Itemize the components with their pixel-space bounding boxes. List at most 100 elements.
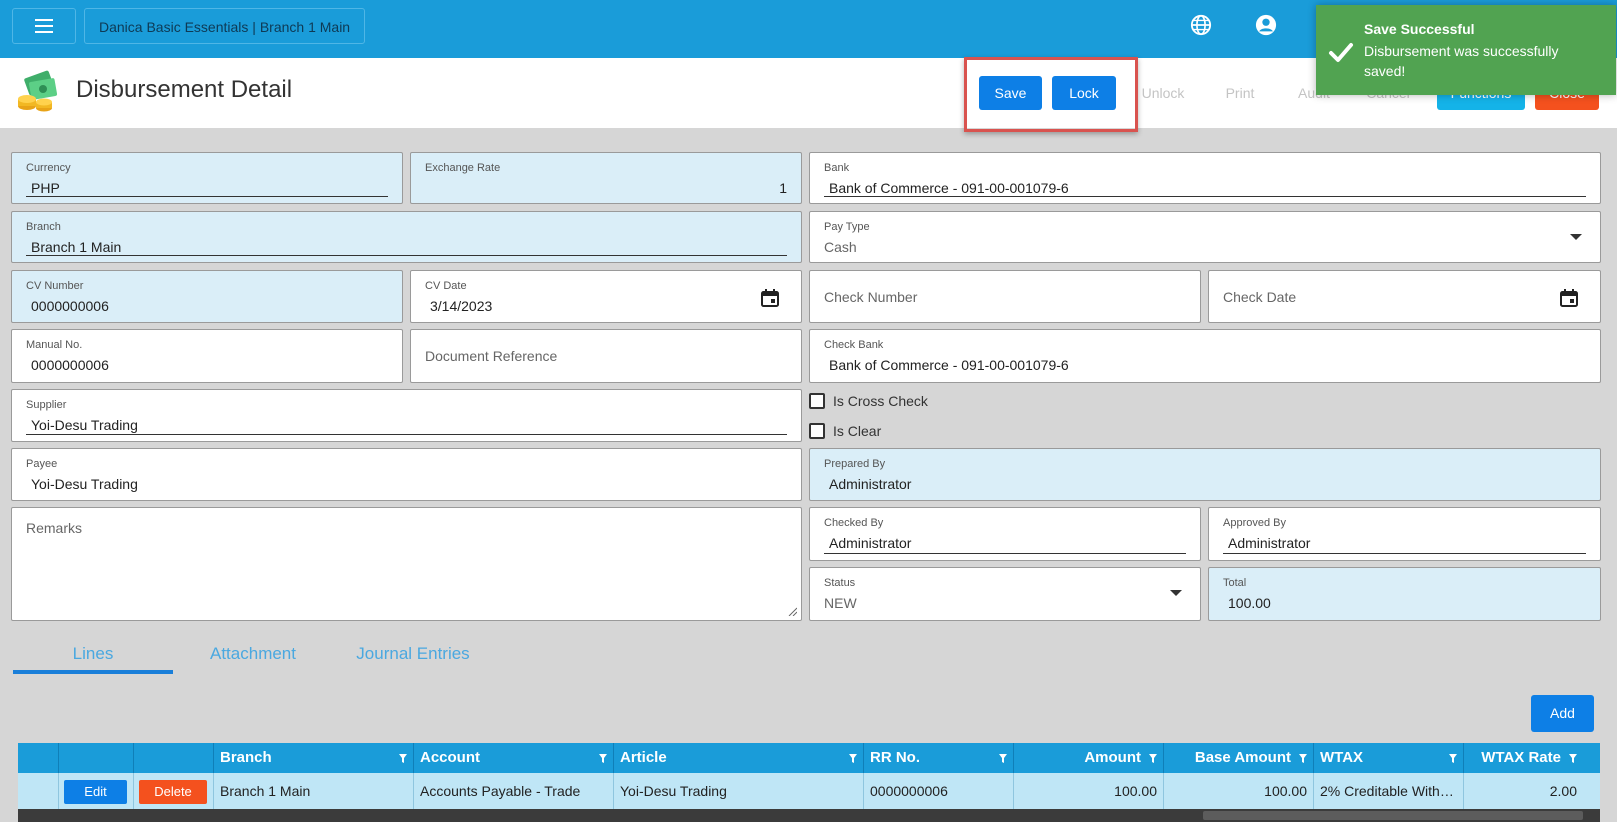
check-number-placeholder: Check Number	[824, 288, 918, 305]
unlock-button[interactable]: Unlock	[1138, 76, 1188, 110]
tab-lines[interactable]: Lines	[13, 634, 173, 674]
is-clear-checkbox[interactable]: Is Clear	[809, 423, 881, 439]
currency-field[interactable]: Currency PHP	[11, 152, 403, 204]
print-button[interactable]: Print	[1218, 76, 1262, 110]
cv-number-label: CV Number	[26, 280, 84, 292]
add-line-button[interactable]: Add	[1531, 695, 1594, 732]
tab-journal-entries[interactable]: Journal Entries	[333, 634, 493, 674]
filter-icon[interactable]	[599, 754, 607, 763]
base-amount-cell[interactable]: 100.00	[1163, 773, 1313, 809]
total-field[interactable]: Total 100.00	[1208, 567, 1601, 621]
edit-row-button[interactable]: Edit	[64, 780, 127, 804]
filter-icon[interactable]	[1449, 754, 1457, 763]
toast-message-line2: saved!	[1364, 63, 1406, 79]
payee-field[interactable]: Payee Yoi-Desu Trading	[11, 448, 802, 501]
check-bank-value: Bank of Commerce - 091-00-001079-6	[829, 357, 1069, 373]
column-header-label: Base Amount	[1194, 749, 1291, 766]
account-cell[interactable]: Accounts Payable - Trade	[413, 773, 613, 809]
remarks-placeholder: Remarks	[26, 520, 83, 536]
checkbox-box[interactable]	[809, 423, 825, 439]
column-header-wtax-rate[interactable]: WTAX Rate	[1463, 743, 1583, 773]
menu-button[interactable]	[12, 8, 76, 44]
article-cell[interactable]: Yoi-Desu Trading	[613, 773, 863, 809]
branch-field[interactable]: Branch Branch 1 Main	[11, 211, 802, 263]
document-reference-placeholder: Document Reference	[425, 348, 558, 364]
column-header-article[interactable]: Article	[613, 743, 863, 773]
lines-grid: Branch Account Article RR No. Amount Bas…	[18, 743, 1600, 822]
company-branch-selector[interactable]: Danica Basic Essentials | Branch 1 Main	[84, 8, 366, 44]
save-success-toast[interactable]: Save Successful Disbursement was success…	[1316, 5, 1616, 95]
grid-header-blank	[18, 743, 58, 773]
cv-date-label: CV Date	[425, 280, 467, 292]
is-cross-check-label: Is Cross Check	[833, 393, 928, 409]
dropdown-caret-icon	[1570, 234, 1582, 240]
status-select[interactable]: Status NEW	[809, 567, 1201, 621]
resize-handle-icon[interactable]	[787, 606, 797, 616]
cv-date-field[interactable]: CV Date 3/14/2023	[410, 270, 802, 323]
pay-type-select[interactable]: Pay Type Cash	[809, 211, 1601, 263]
manual-no-value: 0000000006	[31, 357, 109, 373]
globe-icon[interactable]	[1190, 14, 1212, 36]
cv-number-value: 0000000006	[31, 298, 109, 314]
user-account-icon[interactable]	[1255, 14, 1277, 36]
is-cross-check-checkbox[interactable]: Is Cross Check	[809, 393, 928, 409]
menu-icon	[35, 19, 53, 33]
column-header-account[interactable]: Account	[413, 743, 613, 773]
cv-date-value: 3/14/2023	[430, 298, 493, 314]
checked-by-label: Checked By	[824, 517, 884, 529]
check-date-placeholder: Check Date	[1223, 288, 1297, 305]
approved-by-field[interactable]: Approved By Administrator	[1208, 507, 1601, 561]
wtax-cell[interactable]: 2% Creditable Withholding	[1313, 773, 1463, 809]
check-date-field[interactable]: Check Date	[1208, 270, 1601, 323]
column-header-rr-no[interactable]: RR No.	[863, 743, 1013, 773]
checkbox-box[interactable]	[809, 393, 825, 409]
column-header-branch[interactable]: Branch	[213, 743, 413, 773]
remarks-textarea[interactable]: Remarks	[11, 507, 802, 621]
column-header-base-amount[interactable]: Base Amount	[1163, 743, 1313, 773]
checked-by-field[interactable]: Checked By Administrator	[809, 507, 1201, 561]
filter-icon[interactable]	[1299, 754, 1307, 763]
row-selector-cell[interactable]	[18, 773, 58, 809]
amount-cell[interactable]: 100.00	[1013, 773, 1163, 809]
exchange-rate-field[interactable]: Exchange Rate 1	[410, 152, 802, 204]
document-reference-field[interactable]: Document Reference	[410, 329, 802, 383]
branch-value: Branch 1 Main	[31, 239, 122, 255]
tab-attachment[interactable]: Attachment	[173, 634, 333, 674]
dropdown-caret-icon	[1170, 590, 1182, 596]
exchange-rate-label: Exchange Rate	[425, 162, 501, 174]
prepared-by-field[interactable]: Prepared By Administrator	[809, 448, 1601, 501]
cv-number-field[interactable]: CV Number 0000000006	[11, 270, 403, 323]
calendar-icon[interactable]	[1560, 289, 1578, 307]
manual-no-label: Manual No.	[26, 339, 83, 351]
grid-header-delete-col	[133, 743, 213, 773]
supplier-label: Supplier	[26, 399, 67, 411]
calendar-icon[interactable]	[761, 289, 779, 307]
column-header-label: Article	[620, 749, 667, 766]
check-bank-field[interactable]: Check Bank Bank of Commerce - 091-00-001…	[809, 329, 1601, 383]
filter-icon[interactable]	[1149, 754, 1157, 763]
horizontal-scrollbar[interactable]	[18, 809, 1600, 822]
manual-no-field[interactable]: Manual No. 0000000006	[11, 329, 403, 383]
bank-field[interactable]: Bank Bank of Commerce - 091-00-001079-6	[809, 152, 1601, 204]
status-label: Status	[824, 577, 856, 589]
column-header-wtax[interactable]: WTAX	[1313, 743, 1463, 773]
filter-icon[interactable]	[1569, 754, 1577, 763]
toast-message-line1: Disbursement was successfully	[1364, 43, 1559, 59]
scrollbar-thumb[interactable]	[1203, 811, 1583, 820]
filter-icon[interactable]	[999, 754, 1007, 763]
wtax-rate-cell[interactable]: 2.00	[1463, 773, 1583, 809]
rr-no-cell[interactable]: 0000000006	[863, 773, 1013, 809]
grid-header-edit-col	[58, 743, 133, 773]
pay-type-value: Cash	[824, 239, 857, 255]
filter-icon[interactable]	[399, 754, 407, 763]
branch-cell[interactable]: Branch 1 Main	[213, 773, 413, 809]
branch-label: Branch	[26, 221, 61, 233]
column-header-label: RR No.	[870, 749, 920, 766]
column-header-amount[interactable]: Amount	[1013, 743, 1163, 773]
delete-row-button[interactable]: Delete	[139, 780, 207, 804]
edit-cell: Edit	[58, 773, 133, 809]
supplier-field[interactable]: Supplier Yoi-Desu Trading	[11, 389, 802, 442]
filter-icon[interactable]	[849, 754, 857, 763]
check-number-field[interactable]: Check Number	[809, 270, 1201, 323]
table-row[interactable]: Edit Delete Branch 1 Main Accounts Payab…	[18, 773, 1600, 809]
